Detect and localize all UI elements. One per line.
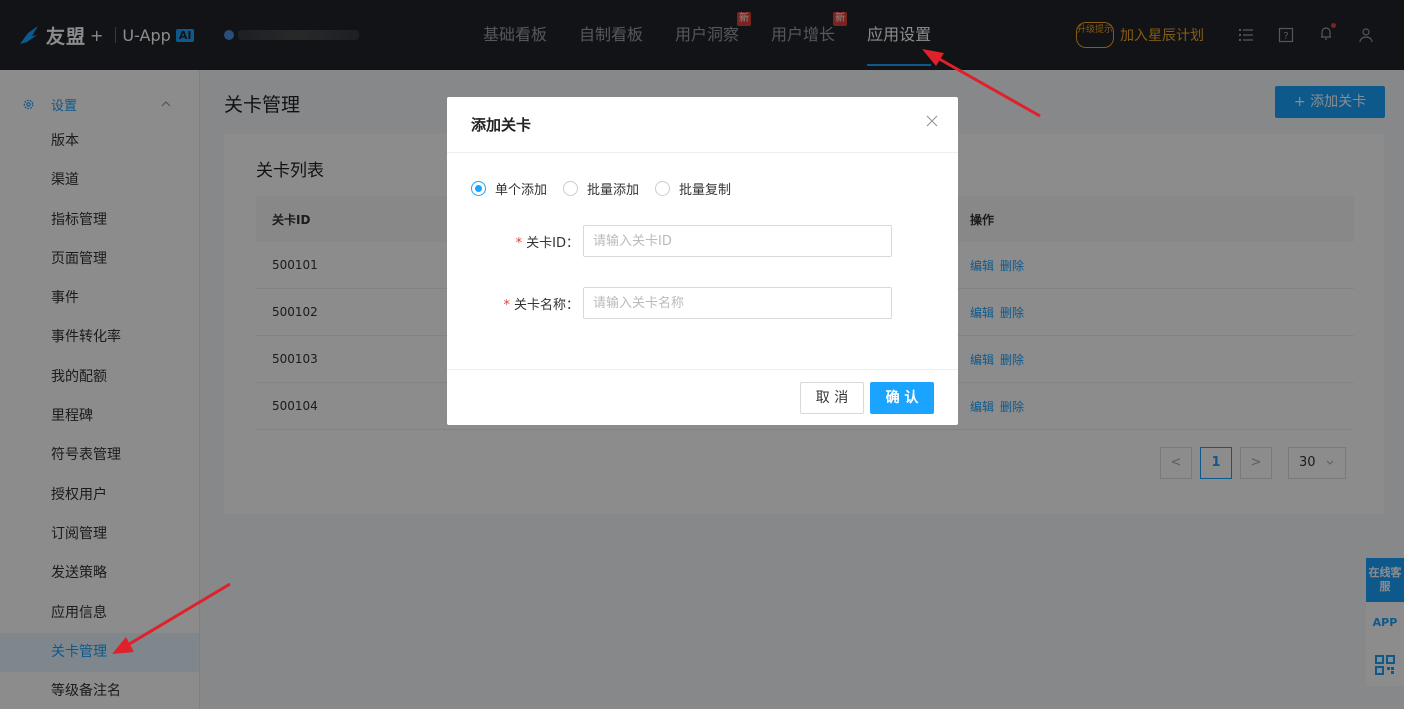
field-label-level-name: * 关卡名称： [503,297,579,313]
dialog-footer: 取 消 确 认 [447,369,958,425]
dialog-header: 添加关卡 [447,97,958,153]
required-mark: * [515,235,523,251]
radio-circle [563,181,579,196]
form-row-level-id: * 关卡ID： [447,225,958,257]
add-mode-radio-group: 单个添加 批量添加 批量复制 [471,179,747,198]
add-level-dialog: 添加关卡 单个添加 批量添加 批量复制 *关卡ID： *关卡名称： 取 消 确 … [447,97,958,425]
radio-batch-add[interactable]: 批量添加 [563,179,639,198]
radio-single-add[interactable]: 单个添加 [471,179,547,198]
radio-batch-copy[interactable]: 批量复制 [655,179,731,198]
required-mark: * [503,297,510,313]
level-id-input[interactable] [583,225,892,257]
field-label-level-id: * 关卡ID： [515,235,579,251]
form-row-level-name: * 关卡名称： [447,287,958,319]
confirm-button[interactable]: 确 认 [870,382,934,414]
cancel-button[interactable]: 取 消 [800,382,864,414]
close-icon[interactable] [926,115,938,127]
radio-label: 批量添加 [587,183,640,198]
radio-label: 单个添加 [495,183,548,198]
level-name-input[interactable] [583,287,892,319]
radio-circle [471,181,486,196]
radio-label: 批量复制 [679,183,732,198]
dialog-title: 添加关卡 [471,116,532,134]
radio-circle [655,181,671,196]
